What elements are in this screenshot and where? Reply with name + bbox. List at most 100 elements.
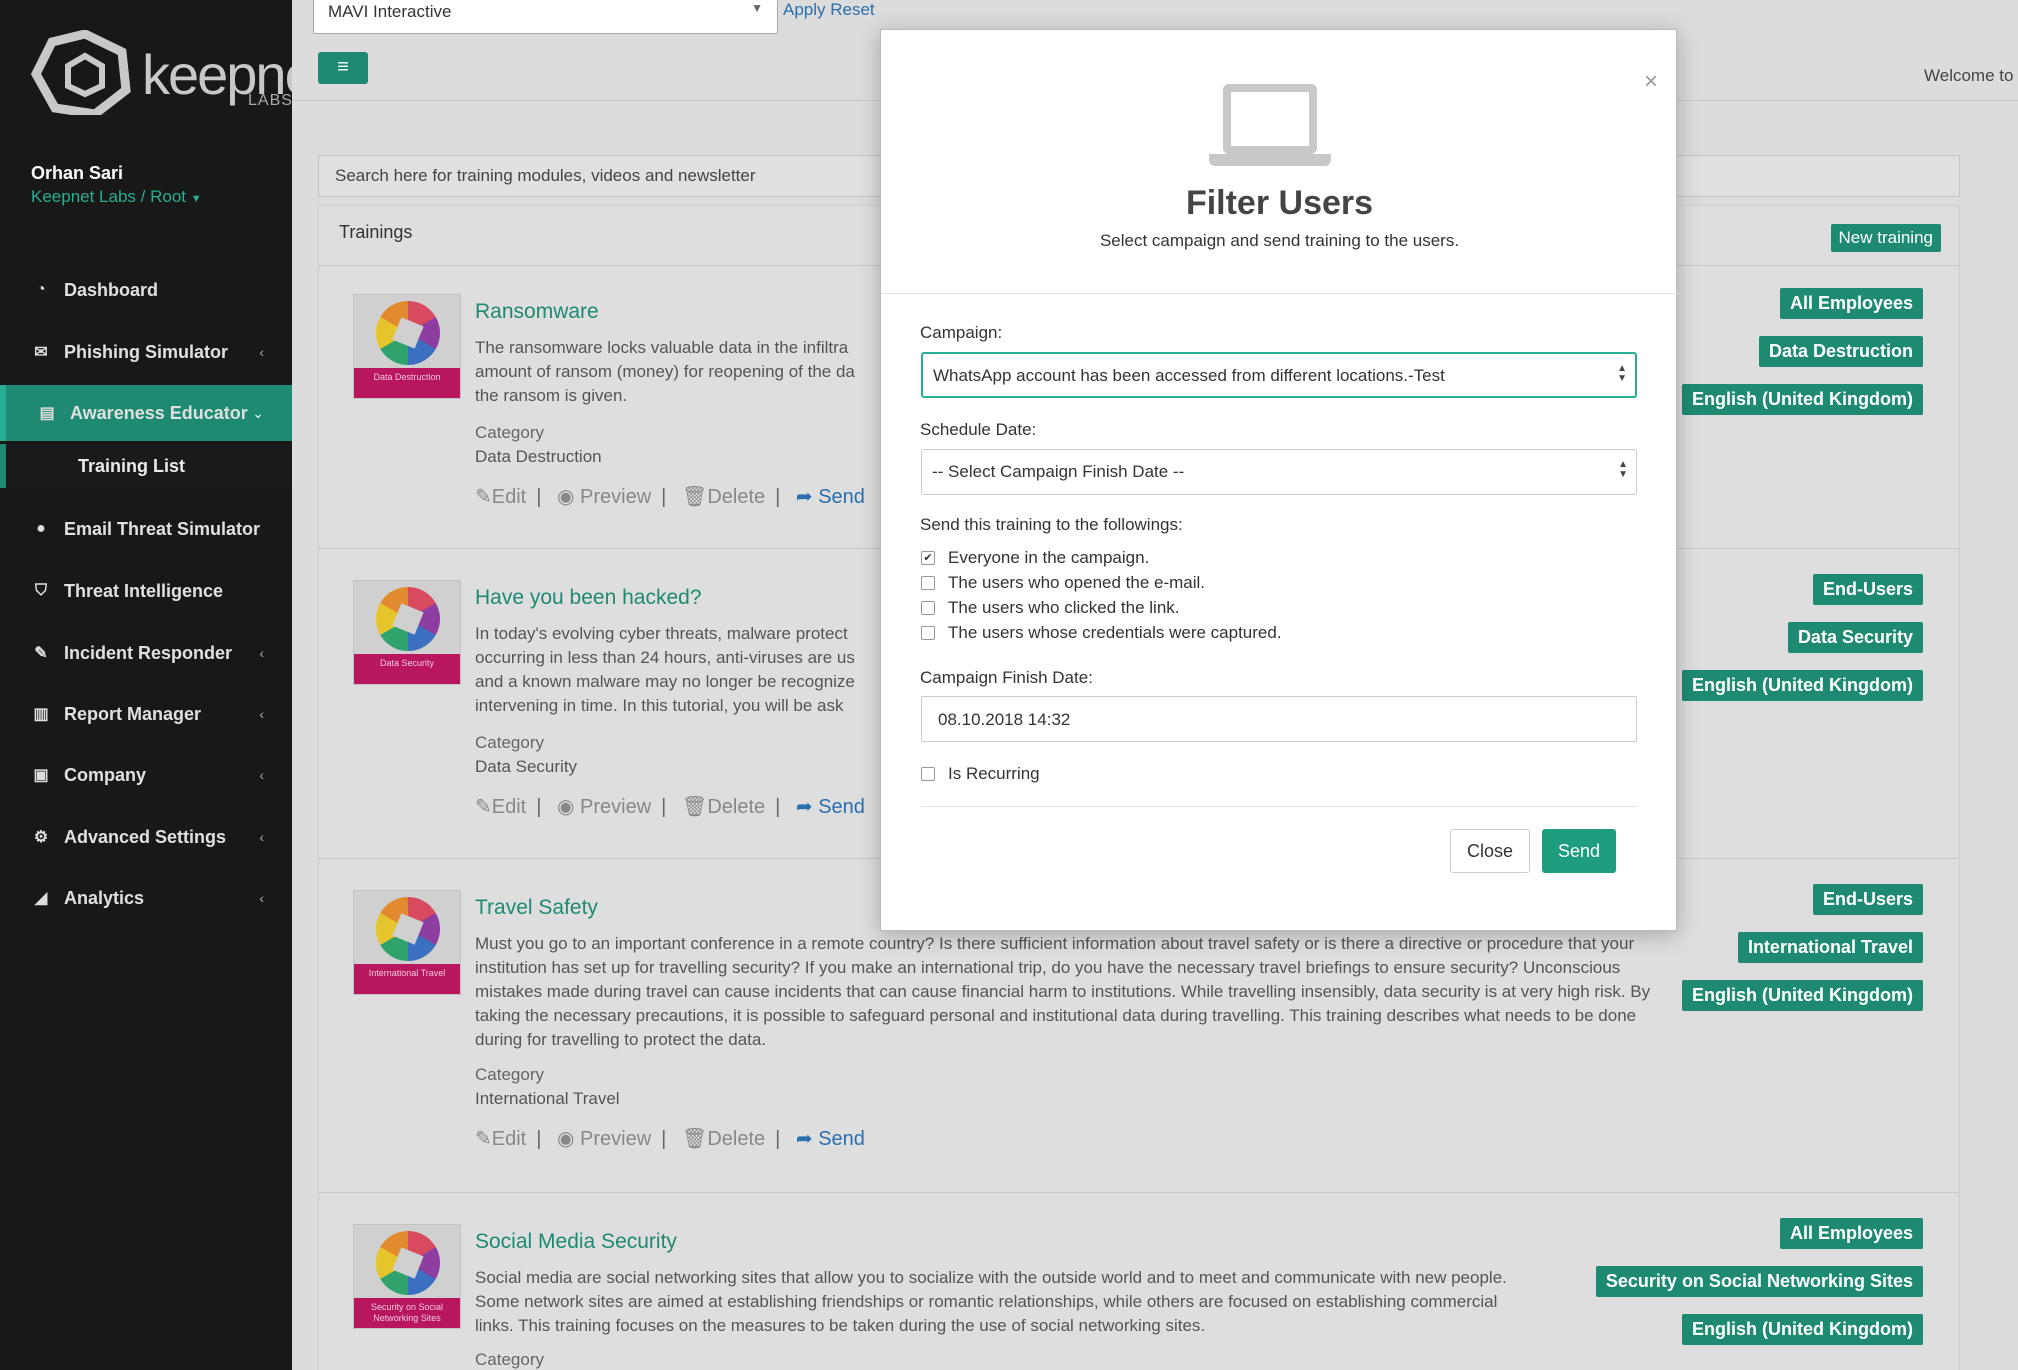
checkbox[interactable] — [921, 626, 935, 640]
nav-report-manager[interactable]: ▥ Report Manager ‹ — [0, 686, 292, 742]
hamburger-icon: ≡ — [337, 56, 349, 78]
logo-sub: LABS — [248, 92, 293, 109]
training-description: In today's evolving cyber threats, malwa… — [475, 624, 855, 715]
company-select[interactable]: MAVI Interactive ▼ — [313, 0, 778, 34]
edit-button[interactable]: ✎Edit — [475, 796, 526, 818]
checkbox[interactable] — [921, 601, 935, 615]
nav-training-list[interactable]: Training List — [0, 444, 292, 488]
send-button[interactable]: ➦ Send — [796, 486, 865, 508]
nav-label: Dashboard — [64, 279, 159, 300]
user-name: Orhan Sari — [31, 163, 124, 183]
checkbox-checked[interactable]: ✔ — [921, 551, 935, 565]
training-thumbnail[interactable]: Data Security — [353, 580, 461, 685]
bar-chart-icon: ▥ — [33, 706, 49, 723]
send-button[interactable]: ➦ Send — [796, 796, 865, 818]
search-placeholder: Search here for training modules, videos… — [335, 166, 756, 185]
nav-email-threat-simulator[interactable]: ● Email Threat Simulator — [0, 501, 292, 557]
send-button[interactable]: Send — [1542, 829, 1616, 873]
book-icon: ▤ — [39, 405, 55, 422]
training-thumbnail[interactable]: Security on Social Networking Sites — [353, 1224, 461, 1329]
audience-tag: End-Users — [1812, 574, 1923, 605]
campaign-select[interactable]: WhatsApp account has been accessed from … — [921, 352, 1637, 398]
divider — [881, 293, 1678, 294]
delete-button[interactable]: 🗑Delete — [682, 486, 765, 508]
option-credentials-captured[interactable]: The users whose credentials were capture… — [921, 623, 1282, 643]
training-title[interactable]: Have you been hacked? — [475, 586, 702, 610]
send-button[interactable]: ➦ Send — [796, 1128, 865, 1150]
welcome-text: Welcome to — [1924, 66, 2014, 85]
audience-tag: All Employees — [1779, 288, 1923, 319]
laptop-icon — [1209, 84, 1331, 166]
nav-dashboard[interactable]: ◔ Dashboard — [0, 262, 292, 318]
audience-tag: End-Users — [1812, 884, 1923, 915]
dashboard-icon: ◔ — [36, 281, 46, 298]
edit-button[interactable]: ✎Edit — [475, 1128, 526, 1150]
close-icon[interactable]: × — [1644, 70, 1658, 94]
language-tag: English (United Kingdom) — [1682, 384, 1923, 415]
nav-threat-intelligence[interactable]: ⛉ Threat Intelligence — [0, 563, 292, 619]
nav-advanced-settings[interactable]: ⚙ Advanced Settings ‹ — [0, 809, 292, 865]
finish-date-label: Campaign Finish Date: — [920, 668, 1093, 687]
category-value: Data Security — [475, 757, 578, 776]
nav-phishing-simulator[interactable]: ✉ Phishing Simulator ‹ — [0, 324, 292, 380]
nav-incident-responder[interactable]: ✎ Incident Responder ‹ — [0, 625, 292, 681]
chevron-left-icon: ‹ — [259, 645, 264, 661]
category-tag: International Travel — [1737, 932, 1923, 963]
option-everyone[interactable]: ✔ Everyone in the campaign. — [921, 548, 1149, 568]
modal-title: Filter Users — [1185, 184, 1374, 222]
chevron-left-icon: ‹ — [259, 344, 264, 360]
preview-button[interactable]: ◉ Preview — [557, 1128, 651, 1150]
apply-reset-link[interactable]: Apply Reset — [783, 0, 875, 20]
training-description: The ransomware locks valuable data in th… — [475, 338, 855, 405]
nav-label: Phishing Simulator — [64, 341, 229, 362]
nav-label: Email Threat Simulator — [64, 518, 261, 539]
training-title[interactable]: Social Media Security — [475, 1230, 677, 1254]
schedule-date-select[interactable]: -- Select Campaign Finish Date -- ▲ ▼ — [921, 449, 1637, 495]
preview-button[interactable]: ◉ Preview — [557, 486, 651, 508]
language-tag: English (United Kingdom) — [1682, 980, 1923, 1011]
modal-subtitle: Select campaign and send training to the… — [1099, 231, 1460, 250]
send-to-label: Send this training to the followings: — [920, 515, 1183, 534]
training-description: Social media are social networking sites… — [475, 1268, 1507, 1335]
nav-awareness-educator[interactable]: ▤ Awareness Educator ⌄ — [0, 385, 292, 441]
option-opened-email[interactable]: The users who opened the e-mail. — [921, 573, 1205, 593]
new-training-button[interactable]: New training — [1830, 224, 1941, 252]
option-label: Everyone in the campaign. — [948, 548, 1150, 567]
logo-mark-icon — [30, 29, 131, 119]
nav-analytics[interactable]: ◢ Analytics ‹ — [0, 870, 292, 926]
area-chart-icon: ◢ — [34, 890, 48, 907]
caret-down-icon: ▼ — [751, 1, 763, 15]
nav-company[interactable]: ▣ Company ‹ — [0, 747, 292, 803]
nav-label: Report Manager — [64, 703, 202, 724]
audience-tag: All Employees — [1779, 1218, 1923, 1249]
briefcase-icon: ▣ — [33, 767, 49, 784]
option-clicked-link[interactable]: The users who clicked the link. — [921, 598, 1180, 618]
nav-label: Threat Intelligence — [64, 580, 224, 601]
option-label: The users whose credentials were capture… — [948, 623, 1282, 642]
category-label: Category — [475, 1065, 544, 1084]
nav-label: Training List — [78, 455, 186, 476]
edit-button[interactable]: ✎Edit — [475, 486, 526, 508]
checkbox[interactable] — [921, 767, 935, 781]
training-title[interactable]: Travel Safety — [475, 896, 598, 920]
menu-toggle-button[interactable]: ≡ — [318, 52, 368, 84]
finish-date-input[interactable]: 08.10.2018 14:32 — [921, 696, 1637, 742]
training-title[interactable]: Ransomware — [475, 300, 599, 324]
category-label: Category — [475, 423, 544, 442]
delete-button[interactable]: 🗑Delete — [682, 796, 765, 818]
training-thumbnail[interactable]: International Travel — [353, 890, 461, 995]
preview-button[interactable]: ◉ Preview — [557, 796, 651, 818]
thumbnail-label: Data Security — [354, 654, 460, 684]
training-actions: ✎Edit | ◉ Preview | 🗑Delete | ➦ Send — [475, 486, 865, 508]
chevron-left-icon: ‹ — [259, 890, 264, 906]
envelope-icon: ✉ — [34, 344, 48, 361]
delete-button[interactable]: 🗑Delete — [682, 1128, 765, 1150]
nav-label: Company — [64, 764, 147, 785]
globe-icon: ● — [36, 520, 46, 537]
user-org-dropdown[interactable]: Keepnet Labs / Root ▼ — [31, 187, 202, 207]
training-thumbnail[interactable]: Data Destruction — [353, 294, 461, 399]
is-recurring-option[interactable]: Is Recurring — [921, 764, 1040, 784]
checkbox[interactable] — [921, 576, 935, 590]
keepnet-logo[interactable]: keepnet LABS — [30, 29, 329, 119]
close-button[interactable]: Close — [1450, 829, 1530, 873]
